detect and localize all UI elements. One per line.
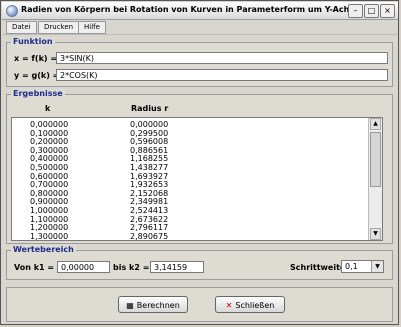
application-window: Radien von Körpern bei Rotation von Kurv… xyxy=(0,0,399,325)
menu-bar: Datei Drucken Hilfe xyxy=(2,20,398,35)
close-button-label: Schließen xyxy=(235,301,275,310)
chevron-down-icon[interactable]: ▼ xyxy=(371,261,383,272)
column-header-radius: Radius r xyxy=(131,104,169,113)
calculator-icon: ▦ xyxy=(126,301,134,310)
from-input[interactable]: 0,00000 xyxy=(57,261,110,273)
scroll-thumb[interactable] xyxy=(370,132,381,187)
scroll-up-icon[interactable]: ▲ xyxy=(370,118,381,130)
window-controls: – □ × xyxy=(348,4,395,18)
close-icon[interactable]: × xyxy=(380,4,395,18)
scroll-down-icon[interactable]: ▼ xyxy=(370,228,381,240)
calculate-button[interactable]: ▦ Berechnen xyxy=(118,296,188,313)
window-title: Radien von Körpern bei Rotation von Kurv… xyxy=(21,5,360,14)
button-panel: ▦ Berechnen ✕ Schließen xyxy=(6,287,393,322)
x-function-label: x = f(k) = xyxy=(14,54,58,63)
step-select-value: 0,1 xyxy=(345,262,358,271)
step-label: Schrittweite: xyxy=(290,263,349,272)
vertical-scrollbar[interactable]: ▲ ▼ xyxy=(368,118,382,240)
minimize-icon[interactable]: – xyxy=(348,4,363,18)
range-group-label: Wertebereich xyxy=(11,245,76,254)
results-list[interactable]: 0,000000 0,000000 0,100000 0,299500 0,200000… xyxy=(11,117,383,241)
radius-value: 2,890675 xyxy=(130,231,169,241)
title-bar[interactable]: Radien von Körpern bei Rotation von Kurv… xyxy=(2,2,398,20)
function-group-label: Funktion xyxy=(11,37,55,46)
close-button[interactable]: ✕ Schließen xyxy=(215,296,285,313)
y-function-label: y = g(k) = xyxy=(14,71,60,80)
menu-datei[interactable]: Datei xyxy=(6,21,37,34)
menu-drucken[interactable]: Drucken xyxy=(38,21,80,34)
to-label: bis k2 = xyxy=(113,263,150,272)
from-label: Von k1 = xyxy=(14,263,55,272)
list-item[interactable]: 1,300000 2,890675 xyxy=(12,231,367,241)
column-header-k: k xyxy=(45,104,51,113)
calculate-button-label: Berechnen xyxy=(136,301,180,310)
function-group: Funktion x = f(k) = 3*SIN(K) y = g(k) = … xyxy=(6,37,393,87)
range-group: Wertebereich Von k1 = 0,00000 bis k2 = 3… xyxy=(6,245,393,280)
maximize-icon[interactable]: □ xyxy=(364,4,379,18)
x-function-input[interactable]: 3*SIN(K) xyxy=(56,52,388,64)
close-x-icon: ✕ xyxy=(225,301,233,310)
step-select[interactable]: 0,1 ▼ xyxy=(341,260,384,273)
menu-hilfe[interactable]: Hilfe xyxy=(78,21,106,34)
to-input[interactable]: 3,14159 xyxy=(150,261,204,273)
k-value: 1,300000 xyxy=(30,231,69,241)
results-group-label: Ergebnisse xyxy=(11,89,65,98)
app-icon xyxy=(6,5,18,17)
y-function-input[interactable]: 2*COS(K) xyxy=(56,69,388,81)
